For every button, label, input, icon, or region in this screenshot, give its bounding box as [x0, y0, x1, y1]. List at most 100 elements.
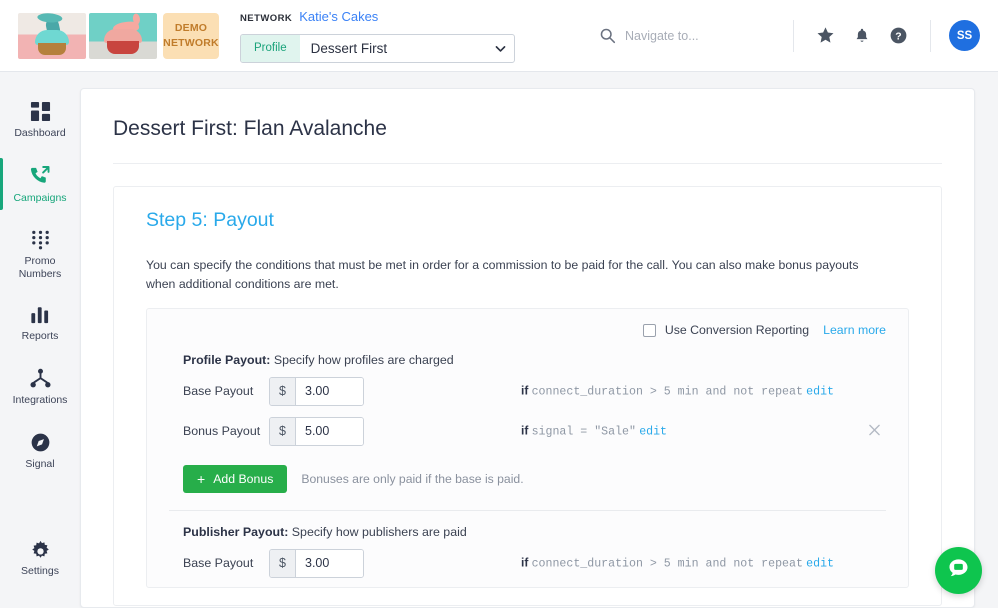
currency-addon: $	[270, 378, 296, 405]
demo-badge-line-2: NETWORK	[163, 36, 219, 50]
sidebar-item-campaigns[interactable]: Campaigns	[0, 156, 80, 213]
sidebar-item-label: Integrations	[13, 394, 68, 407]
question-circle-icon[interactable]: ?	[889, 26, 908, 45]
sidebar-item-label: Reports	[22, 330, 59, 343]
svg-text:?: ?	[895, 32, 901, 43]
add-bonus-row: + Add Bonus Bonuses are only paid if the…	[183, 465, 886, 493]
grid-icon	[30, 101, 51, 122]
page-title: Dessert First: Flan Avalanche	[81, 89, 974, 141]
add-bonus-label: Add Bonus	[213, 472, 273, 486]
profile-selector-label: Profile	[241, 35, 300, 62]
learn-more-link[interactable]: Learn more	[823, 323, 886, 337]
bonus-note: Bonuses are only paid if the base is pai…	[301, 472, 523, 486]
profile-payout-heading-bold: Profile Payout:	[183, 353, 270, 367]
brand-logos: DEMO NETWORK	[18, 13, 219, 59]
sidebar-item-label: Campaigns	[13, 192, 66, 205]
step-description: You can specify the conditions that must…	[146, 256, 886, 294]
sidebar-item-label: Settings	[21, 565, 59, 578]
condition-keyword: if	[521, 424, 528, 438]
main-content-card: Dessert First: Flan Avalanche Step 5: Pa…	[80, 88, 975, 608]
profile-bonus-payout-row: Bonus Payout $ if signal = "Sale" edit	[183, 416, 886, 446]
search-input[interactable]	[625, 29, 775, 43]
edit-condition-link[interactable]: edit	[639, 426, 667, 439]
profile-base-payout-input[interactable]	[296, 378, 363, 405]
conversion-reporting-row: Use Conversion Reporting Learn more	[169, 323, 886, 337]
profile-bonus-payout-input[interactable]	[296, 418, 363, 445]
profile-bonus-payout-label: Bonus Payout	[183, 424, 269, 438]
demo-badge-line-1: DEMO	[175, 21, 207, 35]
compass-icon	[30, 432, 51, 453]
publisher-base-payout-field[interactable]: $	[269, 549, 364, 578]
keypad-icon	[30, 229, 51, 250]
condition-expression: connect_duration > 5 min and not repeat	[532, 386, 803, 399]
plus-icon: +	[197, 472, 205, 486]
sidebar: Dashboard Campaigns Promo Numbers	[0, 72, 80, 608]
profile-base-payout-field[interactable]: $	[269, 377, 364, 406]
network-block: NETWORK Katie's Cakes Profile Dessert Fi…	[240, 9, 515, 63]
publisher-base-payout-condition: if connect_duration > 5 min and not repe…	[521, 556, 834, 571]
network-label: NETWORK	[240, 13, 292, 24]
sidebar-item-promo-numbers[interactable]: Promo Numbers	[0, 220, 80, 288]
header-icon-group: ?	[794, 26, 930, 45]
publisher-base-payout-row: Base Payout $ if connect_duration > 5 mi…	[183, 548, 886, 578]
avatar[interactable]: SS	[949, 20, 980, 51]
network-line: NETWORK Katie's Cakes	[240, 9, 515, 28]
condition-expression: signal = "Sale"	[532, 426, 636, 439]
sidebar-item-label: Dashboard	[14, 127, 65, 140]
publisher-base-payout-label: Base Payout	[183, 556, 269, 570]
profile-payout-heading: Profile Payout: Specify how profiles are…	[183, 353, 886, 367]
mermaid-cupcake-logo	[18, 13, 86, 59]
star-icon[interactable]	[816, 26, 835, 45]
step-panel: Step 5: Payout You can specify the condi…	[113, 186, 942, 606]
section-divider	[169, 510, 886, 511]
profile-bonus-payout-field[interactable]: $	[269, 417, 364, 446]
sidebar-item-label: Signal	[25, 458, 54, 471]
publisher-payout-heading-rest: Specify how publishers are paid	[288, 525, 466, 539]
profile-bonus-payout-condition: if signal = "Sale" edit	[521, 424, 667, 439]
gear-icon	[30, 539, 51, 560]
top-header: DEMO NETWORK NETWORK Katie's Cakes Profi…	[0, 0, 998, 72]
sidebar-item-signal[interactable]: Signal	[0, 423, 80, 479]
cupcake-base-shape	[38, 43, 66, 55]
payout-configuration-box: Use Conversion Reporting Learn more Prof…	[146, 308, 909, 588]
cupcake-base-shape	[107, 41, 139, 54]
currency-addon: $	[270, 550, 296, 577]
close-icon[interactable]	[866, 423, 882, 440]
condition-expression: connect_duration > 5 min and not repeat	[532, 558, 803, 571]
use-conversion-reporting-checkbox[interactable]	[643, 324, 656, 337]
title-divider	[113, 163, 942, 164]
flamingo-cupcake-logo	[89, 13, 157, 59]
condition-keyword: if	[521, 384, 528, 398]
publisher-payout-heading: Publisher Payout: Specify how publishers…	[183, 525, 886, 539]
bell-icon[interactable]	[853, 27, 871, 45]
profile-base-payout-row: Base Payout $ if connect_duration > 5 mi…	[183, 376, 886, 406]
sidebar-item-integrations[interactable]: Integrations	[0, 359, 80, 415]
chat-widget-button[interactable]	[935, 547, 982, 594]
edit-condition-link[interactable]: edit	[806, 386, 834, 399]
step-title: Step 5: Payout	[146, 209, 909, 232]
chevron-down-icon[interactable]	[486, 35, 514, 62]
profile-payout-heading-rest: Specify how profiles are charged	[270, 353, 453, 367]
profile-selector[interactable]: Profile Dessert First	[240, 34, 515, 63]
use-conversion-reporting-label[interactable]: Use Conversion Reporting	[665, 323, 809, 337]
publisher-payout-heading-bold: Publisher Payout:	[183, 525, 288, 539]
demo-network-badge: DEMO NETWORK	[163, 13, 219, 59]
publisher-base-payout-input[interactable]	[296, 550, 363, 577]
profile-base-payout-condition: if connect_duration > 5 min and not repe…	[521, 384, 834, 399]
sidebar-item-reports[interactable]: Reports	[0, 296, 80, 351]
profile-base-payout-label: Base Payout	[183, 384, 269, 398]
sidebar-item-dashboard[interactable]: Dashboard	[0, 92, 80, 148]
global-search[interactable]	[599, 27, 789, 44]
network-name-link[interactable]: Katie's Cakes	[299, 9, 378, 24]
add-bonus-button[interactable]: + Add Bonus	[183, 465, 287, 493]
sidebar-item-label: Promo Numbers	[19, 255, 62, 280]
phone-forward-icon	[29, 165, 51, 187]
edit-condition-link[interactable]: edit	[806, 558, 834, 571]
chat-bubble-icon	[946, 556, 971, 586]
search-icon	[599, 27, 616, 44]
condition-keyword: if	[521, 556, 528, 570]
header-divider-right	[930, 20, 931, 52]
bar-chart-icon	[30, 305, 50, 325]
profile-selector-value: Dessert First	[300, 35, 486, 62]
sidebar-item-settings[interactable]: Settings	[0, 530, 80, 586]
